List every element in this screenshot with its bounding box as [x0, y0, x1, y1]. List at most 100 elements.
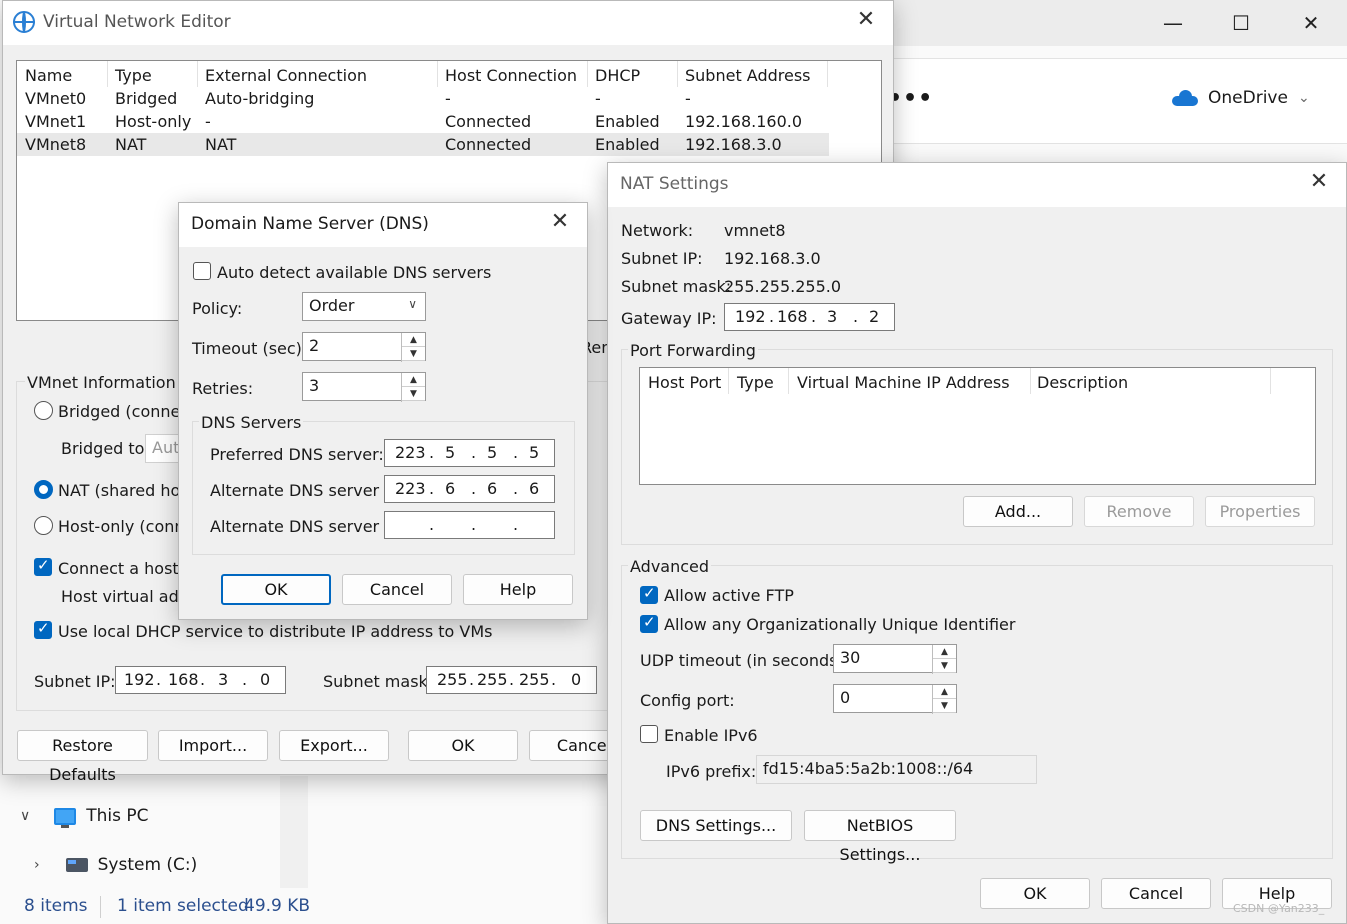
restore-defaults-button[interactable]: Restore Defaults — [17, 730, 148, 784]
column-header-type[interactable]: Type — [115, 66, 152, 85]
retries-label: Retries: — [192, 379, 254, 398]
ipv6-prefix-input[interactable]: fd15:4ba5:5a2b:1008::/64 — [756, 755, 1037, 784]
dns-settings-button[interactable]: DNS Settings... — [640, 810, 792, 841]
retries-input[interactable]: 3 ▲ ▼ — [302, 372, 426, 402]
ip-octet: 3 — [827, 307, 838, 326]
column-header-subnet[interactable]: Subnet Address — [685, 66, 811, 85]
retries-stepper[interactable]: ▲ ▼ — [401, 373, 425, 402]
cell: 192.168.160.0 — [685, 112, 803, 131]
cancel-button[interactable]: Cancel — [1101, 878, 1211, 909]
ip-octet: 223 — [395, 443, 426, 462]
column-header-host-port[interactable]: Host Port — [648, 373, 721, 392]
column-header-external[interactable]: External Connection — [205, 66, 367, 85]
connect-host-label: Connect a host vi — [58, 559, 198, 578]
subnet-ip-field[interactable]: 192. 168. 3. 0 — [115, 666, 286, 694]
cancel-button[interactable]: Cancel — [342, 574, 452, 605]
auto-detect-dns-checkbox[interactable] — [193, 262, 211, 280]
close-icon[interactable]: ✕ — [851, 7, 881, 32]
column-header-type[interactable]: Type — [737, 373, 774, 392]
more-options-button[interactable]: ••• — [888, 86, 933, 111]
table-row[interactable]: VMnet1 Host-only - Connected Enabled 192… — [17, 110, 829, 133]
udp-timeout-input[interactable]: 30 ▲ ▼ — [833, 644, 957, 674]
stepper-up-icon[interactable]: ▲ — [933, 685, 956, 699]
timeout-stepper[interactable]: ▲ ▼ — [401, 333, 425, 362]
ip-octet: 5 — [529, 443, 540, 462]
ok-button[interactable]: OK — [408, 730, 518, 761]
vne-titlebar: Virtual Network Editor ✕ — [3, 1, 893, 45]
gateway-ip-label: Gateway IP: — [621, 309, 717, 328]
status-size: 49.9 KB — [244, 896, 311, 916]
tree-item-system-c[interactable]: › System (C:) — [34, 855, 197, 875]
export-button[interactable]: Export... — [279, 730, 389, 761]
port-forwarding-list[interactable]: Host Port Type Virtual Machine IP Addres… — [639, 367, 1316, 485]
watermark: CSDN @Yan233_ — [1233, 902, 1325, 915]
config-port-input[interactable]: 0 ▲ ▼ — [833, 684, 957, 714]
allow-oui-checkbox[interactable] — [640, 613, 658, 633]
stepper-down-icon[interactable]: ▼ — [933, 699, 956, 713]
udp-timeout-stepper[interactable]: ▲ ▼ — [932, 645, 956, 674]
column-header-name[interactable]: Name — [25, 66, 72, 85]
connect-host-adapter-checkbox[interactable] — [34, 556, 52, 576]
dns-titlebar: Domain Name Server (DNS) ✕ — [179, 203, 587, 247]
stepper-up-icon[interactable]: ▲ — [402, 373, 425, 387]
use-dhcp-checkbox[interactable] — [34, 619, 52, 639]
stepper-down-icon[interactable]: ▼ — [402, 347, 425, 361]
bridged-radio[interactable] — [34, 401, 53, 420]
gateway-ip-field[interactable]: 192. 168. 3. 2 — [724, 303, 895, 331]
nat-radio[interactable] — [34, 480, 53, 499]
policy-select[interactable]: Order ∨ — [302, 292, 426, 321]
table-row-selected[interactable]: VMnet8 NAT NAT Connected Enabled 192.168… — [17, 133, 829, 156]
stepper-down-icon[interactable]: ▼ — [402, 387, 425, 401]
ip-octet: 3 — [218, 670, 229, 689]
tree-item-this-pc[interactable]: ∨ This PC — [20, 806, 149, 828]
add-port-forward-button[interactable]: Add... — [963, 496, 1073, 527]
cell: Enabled — [595, 135, 660, 154]
column-header-dhcp[interactable]: DHCP — [595, 66, 640, 85]
column-header-description[interactable]: Description — [1037, 373, 1128, 392]
allow-active-ftp-checkbox[interactable] — [640, 584, 658, 604]
table-row[interactable]: VMnet0 Bridged Auto-bridging - - - — [17, 87, 829, 110]
stepper-up-icon[interactable]: ▲ — [933, 645, 956, 659]
enable-ipv6-checkbox[interactable] — [640, 725, 658, 743]
nat-label: NAT (shared host — [58, 481, 195, 500]
policy-label: Policy: — [192, 299, 243, 318]
network-label: Network: — [621, 221, 694, 240]
column-separator — [107, 61, 108, 87]
cell: Enabled — [595, 112, 660, 131]
preferred-dns-field[interactable]: 223. 5. 5. 5 — [384, 439, 555, 467]
policy-value: Order — [309, 296, 355, 315]
stepper-up-icon[interactable]: ▲ — [402, 333, 425, 347]
ok-button[interactable]: OK — [221, 574, 331, 605]
help-button[interactable]: Help — [463, 574, 573, 605]
cell: - — [685, 89, 691, 108]
column-header-host[interactable]: Host Connection — [445, 66, 577, 85]
minimize-button[interactable]: — — [1155, 8, 1191, 38]
subnet-mask-field[interactable]: 255. 255. 255. 0 — [426, 666, 597, 694]
timeout-input[interactable]: 2 ▲ ▼ — [302, 332, 426, 362]
column-separator — [587, 61, 588, 87]
close-icon[interactable]: ✕ — [1304, 169, 1334, 194]
config-port-stepper[interactable]: ▲ ▼ — [932, 685, 956, 714]
stepper-down-icon[interactable]: ▼ — [933, 659, 956, 673]
maximize-button[interactable]: ☐ — [1223, 8, 1259, 38]
chevron-down-icon[interactable]: ∨ — [20, 808, 30, 824]
cell: - — [205, 112, 211, 131]
host-only-radio[interactable] — [34, 516, 53, 535]
properties-button[interactable]: Properties — [1205, 496, 1315, 527]
subnet-ip-label: Subnet IP: — [34, 672, 116, 691]
column-separator — [728, 368, 729, 394]
close-button[interactable]: ✕ — [1293, 8, 1329, 38]
cell: Host-only — [115, 112, 192, 131]
status-item-count: 8 items — [24, 896, 88, 916]
chevron-right-icon[interactable]: › — [34, 857, 40, 873]
netbios-settings-button[interactable]: NetBIOS Settings... — [804, 810, 956, 864]
import-button[interactable]: Import... — [158, 730, 268, 761]
alternate-dns-2-field[interactable]: ... — [384, 511, 555, 539]
ok-button[interactable]: OK — [980, 878, 1090, 909]
remove-port-forward-button[interactable]: Remove — [1084, 496, 1194, 527]
column-header-vm-ip[interactable]: Virtual Machine IP Address — [797, 373, 1010, 392]
column-separator — [197, 61, 198, 87]
onedrive-button[interactable]: OneDrive ⌄ — [1172, 88, 1310, 108]
alternate-dns-1-field[interactable]: 223. 6. 6. 6 — [384, 475, 555, 503]
close-icon[interactable]: ✕ — [545, 209, 575, 234]
